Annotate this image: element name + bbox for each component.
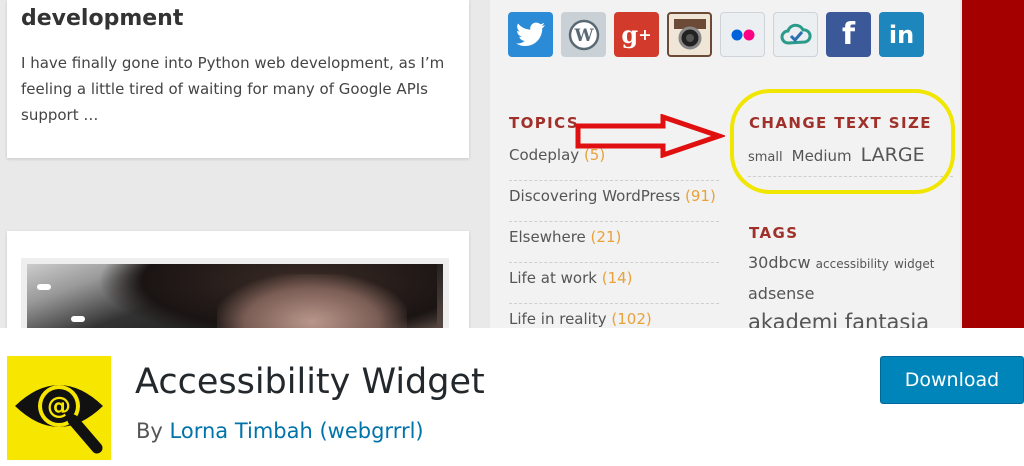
post-title[interactable]: development bbox=[21, 6, 183, 31]
download-button[interactable]: Download bbox=[880, 356, 1024, 404]
topic-label: Life in reality bbox=[509, 310, 607, 328]
google-plus-icon[interactable]: g + bbox=[614, 12, 659, 57]
plugin-title: Accessibility Widget bbox=[135, 362, 485, 402]
tag-link[interactable]: 30dbcw bbox=[748, 253, 811, 272]
red-arrow-annotation bbox=[575, 114, 725, 158]
cloud-icon[interactable] bbox=[773, 12, 818, 57]
linkedin-icon[interactable]: in bbox=[879, 12, 924, 57]
social-icons-row: W g + f in bbox=[508, 12, 924, 58]
topic-count: (91) bbox=[685, 187, 716, 205]
wordpress-icon[interactable]: W bbox=[561, 12, 606, 57]
svg-text:W: W bbox=[573, 26, 594, 46]
twitter-icon[interactable] bbox=[508, 12, 553, 57]
plugin-byline: By Lorna Timbah (webgrrrl) bbox=[136, 419, 424, 443]
flickr-icon[interactable] bbox=[720, 12, 765, 57]
topic-item[interactable]: Life in reality (102) bbox=[509, 304, 719, 328]
tag-link[interactable]: akademi fantasia bbox=[748, 309, 948, 328]
topics-list: Codeplay (5) Discovering WordPress (91) … bbox=[509, 140, 719, 328]
topic-label: Elsewhere bbox=[509, 228, 586, 246]
facebook-icon[interactable]: f bbox=[826, 12, 871, 57]
svg-text:@: @ bbox=[47, 392, 71, 420]
topic-label: Codeplay bbox=[509, 146, 580, 164]
topic-count: (102) bbox=[611, 310, 652, 328]
plugin-banner: development I have finally gone into Pyt… bbox=[0, 0, 1024, 328]
topic-count: (14) bbox=[601, 269, 633, 287]
tags-widget-title: TAGS bbox=[749, 224, 799, 242]
plugin-header: @ Accessibility Widget By Lorna Timbah (… bbox=[0, 328, 1024, 466]
topic-count: (21) bbox=[590, 228, 622, 246]
tag-link[interactable]: accessibility bbox=[816, 257, 889, 271]
tag-link[interactable]: adsense bbox=[748, 284, 814, 303]
author-link[interactable]: Lorna Timbah (webgrrrl) bbox=[170, 419, 424, 443]
topics-widget-title: TOPICS bbox=[509, 114, 580, 132]
topic-item[interactable]: Discovering WordPress (91) bbox=[509, 181, 719, 222]
highlight-oval-annotation bbox=[730, 89, 955, 194]
instagram-icon[interactable] bbox=[667, 12, 712, 57]
topic-label: Discovering WordPress bbox=[509, 187, 681, 205]
tag-link[interactable]: widget bbox=[894, 257, 934, 271]
post-excerpt: I have finally gone into Python web deve… bbox=[21, 54, 445, 124]
post-card: development I have finally gone into Pyt… bbox=[7, 0, 469, 158]
red-edge-strip bbox=[962, 0, 1024, 328]
topic-item[interactable]: Elsewhere (21) bbox=[509, 222, 719, 263]
topic-label: Life at work bbox=[509, 269, 597, 287]
topic-item[interactable]: Life at work (14) bbox=[509, 263, 719, 304]
photo-card bbox=[7, 231, 469, 328]
byline-prefix: By bbox=[136, 419, 163, 443]
eye-at-magnifier-icon: @ bbox=[7, 356, 111, 460]
author-photo bbox=[21, 258, 449, 328]
tag-cloud: 30dbcw accessibility widget adsense akad… bbox=[748, 248, 948, 328]
